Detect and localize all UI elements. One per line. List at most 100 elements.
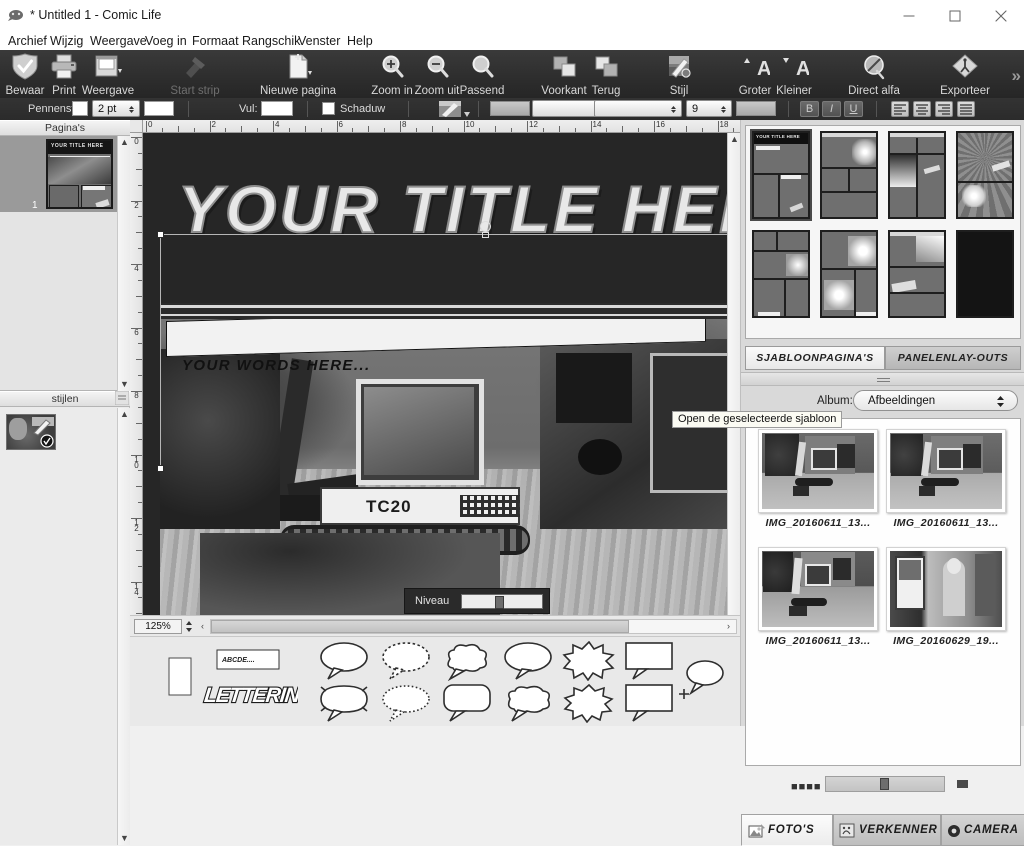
toolbar-overflow-chevron-icon[interactable]: » xyxy=(1012,66,1022,86)
balloon-cloud-1[interactable] xyxy=(440,641,494,684)
toolbar-direct-alfa-button[interactable]: Direct alfa xyxy=(840,52,908,98)
canvas-hscroll-thumb[interactable] xyxy=(211,620,629,633)
horizontal-ruler[interactable]: 0 2 4 6 8 10 12 14 16 18 xyxy=(143,120,740,133)
template-smoke[interactable] xyxy=(888,230,946,318)
photo-panel[interactable]: TC20 YOUR WORDS HERE... xyxy=(160,319,727,625)
balloon-dotted-2[interactable] xyxy=(380,683,432,726)
menu-venster[interactable]: Venster xyxy=(296,33,342,49)
lettering-tool[interactable]: LETTERING xyxy=(202,679,317,712)
comic-title-text[interactable]: YOUR TITLE HER xyxy=(177,171,727,247)
align-right-icon[interactable] xyxy=(935,101,953,117)
balloon-dotted-1[interactable] xyxy=(380,641,432,684)
style-thumbnail-dog[interactable] xyxy=(6,414,56,450)
balloon-burst-1[interactable] xyxy=(562,640,616,684)
title-panel[interactable]: YOUR TITLE HER xyxy=(160,133,727,303)
vertical-ruler[interactable]: 0 2 4 6 8 10 12 14 xyxy=(130,133,143,625)
level-slider-track[interactable] xyxy=(461,594,543,609)
canvas-horizontal-scrollbar[interactable] xyxy=(210,619,737,634)
small-thumbnails-icon[interactable]: ■■■■ xyxy=(791,781,822,793)
template-burst[interactable] xyxy=(820,131,878,219)
template-black[interactable] xyxy=(956,230,1014,318)
selection-handle-bottom[interactable] xyxy=(157,465,164,472)
font-size-combo[interactable]: 9 xyxy=(686,100,732,117)
caption-text[interactable]: YOUR WORDS HERE... xyxy=(182,357,371,374)
level-overlay[interactable]: Niveau xyxy=(404,588,550,614)
template-clouds[interactable] xyxy=(820,230,878,318)
tab-panelenlayouts[interactable]: PANELENLAY-OUTS xyxy=(885,346,1021,370)
text-abcde-tool[interactable]: ABCDE.... xyxy=(216,649,282,674)
toolbar-exporteer-button[interactable]: Exporteer xyxy=(934,52,996,98)
maximize-button[interactable] xyxy=(932,0,978,31)
panel-resize-grip[interactable] xyxy=(115,391,129,405)
styles-scrollbar[interactable]: ▲ ▼ xyxy=(117,408,130,845)
menu-voeg-in[interactable]: Voeg in xyxy=(143,33,189,49)
toolbar-stijl-button[interactable]: Stijl xyxy=(652,52,706,98)
tab-sjabloonpaginas[interactable]: SJABLOONPAGINA'S xyxy=(745,346,885,370)
page-thumbnail-1[interactable]: YOUR TITLE HERE 1 xyxy=(0,136,117,212)
toolbar-kleiner-button[interactable]: A Kleiner xyxy=(770,52,818,98)
tab-camera[interactable]: CAMERA xyxy=(941,814,1024,846)
menu-weergave[interactable]: Weergave xyxy=(88,33,149,49)
align-left-icon[interactable] xyxy=(891,101,909,117)
balloon-rect-1[interactable] xyxy=(624,641,676,684)
comic-page[interactable]: YOUR TITLE HER TC20 YOUR WORDS HERE... xyxy=(157,133,727,625)
align-justify-icon[interactable] xyxy=(957,101,975,117)
balloon-oval-1[interactable] xyxy=(318,641,370,684)
pages-scrollbar[interactable]: ▲ ▼ xyxy=(117,136,130,391)
photo-browser-grid[interactable]: IMG_20160611_13... IMG_20160611_13... IM… xyxy=(745,418,1021,766)
right-panel-splitter[interactable] xyxy=(741,372,1024,386)
large-thumbnails-icon[interactable] xyxy=(957,780,968,788)
thumbnail-size-slider[interactable] xyxy=(825,776,945,792)
hscroll-left-arrow-icon[interactable]: ‹ xyxy=(196,620,209,633)
plain-box-tool[interactable] xyxy=(168,657,194,700)
balloon-add-tool[interactable] xyxy=(678,659,726,704)
canvas-vertical-scrollbar[interactable]: ▲ ▼ xyxy=(727,133,740,625)
fill-color-swatch[interactable] xyxy=(261,101,293,116)
menu-help[interactable]: Help xyxy=(345,33,375,49)
balloon-cloud-2[interactable] xyxy=(502,683,556,726)
toolbar-nieuwe-pagina-button[interactable]: Nieuwe pagina xyxy=(252,52,344,98)
menu-rangschik[interactable]: Rangschik xyxy=(240,33,302,49)
balloon-oval-2[interactable] xyxy=(502,641,554,684)
toolbar-start-strip-button[interactable]: Start strip xyxy=(160,52,230,98)
tab-fotos[interactable]: FOTO'S xyxy=(741,814,833,846)
balloon-burst-2[interactable] xyxy=(562,683,616,726)
styles-scroll-down-icon[interactable]: ▼ xyxy=(118,832,131,845)
tab-verkenner[interactable]: VERKENNER xyxy=(833,814,941,846)
toolbar-bewaar-button[interactable]: Bewaar xyxy=(2,52,48,98)
toolbar-voorkant-button[interactable]: Voorkant xyxy=(538,52,590,98)
balloon-oval-3[interactable] xyxy=(318,683,370,726)
font-color-swatch[interactable] xyxy=(736,101,776,116)
close-button[interactable] xyxy=(978,0,1024,31)
italic-button[interactable]: I xyxy=(822,101,841,117)
menu-wijzig[interactable]: Wijzig xyxy=(48,33,85,49)
align-center-icon[interactable] xyxy=(913,101,931,117)
stroke-preview-swatch[interactable] xyxy=(144,101,174,116)
minimize-button[interactable] xyxy=(886,0,932,31)
stroke-width-combo[interactable]: 2 pt xyxy=(92,100,140,117)
template-title-page[interactable]: YOUR TITLE HERE xyxy=(750,129,812,221)
toolbar-weergave-button[interactable]: Weergave xyxy=(80,52,136,98)
template-rays[interactable] xyxy=(956,131,1014,219)
toolbar-print-button[interactable]: Print xyxy=(44,52,84,98)
font-style-combo[interactable] xyxy=(594,100,682,117)
level-slider-thumb[interactable] xyxy=(495,596,504,609)
shadow-checkbox[interactable] xyxy=(322,102,335,115)
style-picker-icon[interactable] xyxy=(438,100,472,118)
toolbar-passend-button[interactable]: Passend xyxy=(456,52,508,98)
balloon-rect-2[interactable] xyxy=(624,683,676,726)
balloon-round-rect[interactable] xyxy=(442,683,494,726)
underline-button[interactable]: U xyxy=(844,101,863,117)
album-select[interactable]: Afbeeldingen xyxy=(853,390,1018,411)
resize-handle-icon[interactable] xyxy=(482,232,489,238)
zoom-level-field[interactable]: 125% xyxy=(134,619,182,634)
stroke-color-swatch[interactable] xyxy=(72,101,88,116)
selection-handle-top[interactable] xyxy=(157,231,164,238)
thumbnail-size-slider-thumb[interactable] xyxy=(880,778,889,790)
zoom-stepper[interactable] xyxy=(184,619,194,634)
canvas-area[interactable]: YOUR TITLE HER TC20 YOUR WORDS HERE... xyxy=(143,133,727,625)
template-gradient[interactable] xyxy=(888,131,946,219)
menu-archief[interactable]: Archief xyxy=(6,33,49,49)
bold-button[interactable]: B xyxy=(800,101,819,117)
hscroll-right-arrow-icon[interactable]: › xyxy=(722,620,735,633)
